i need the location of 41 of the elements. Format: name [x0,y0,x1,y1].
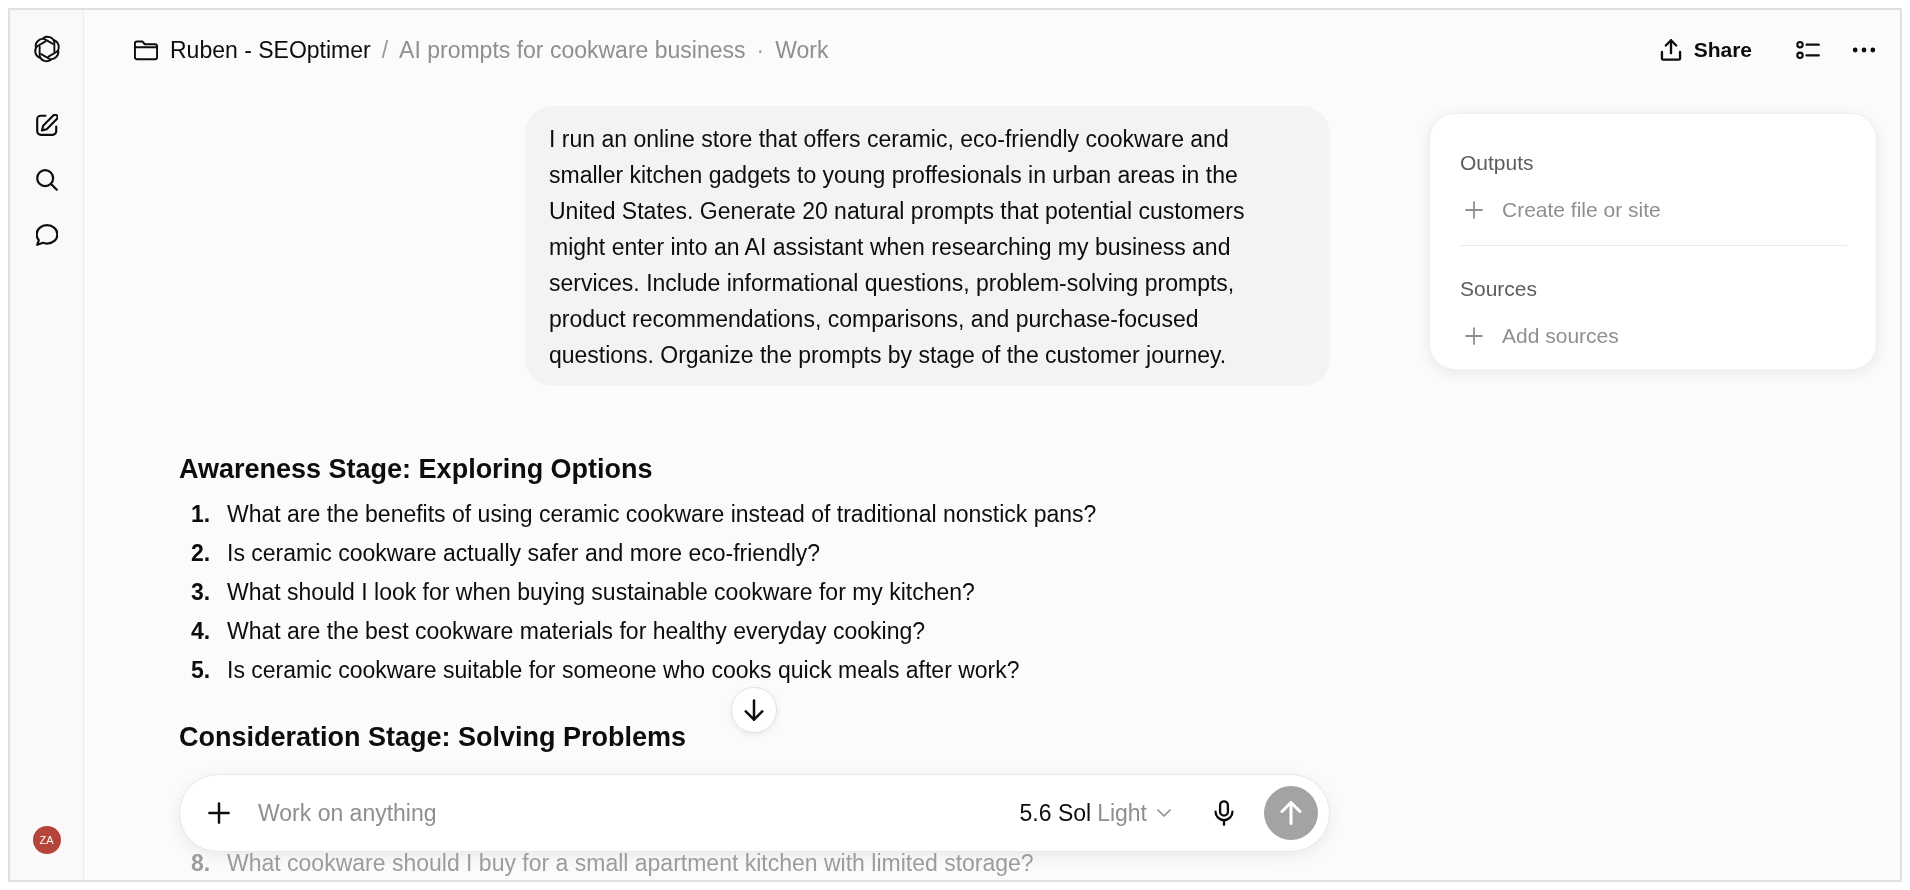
plus-icon[interactable] [208,802,230,824]
user-message-bubble: I run an online store that offers ceramic, eco-friendly cookware and smaller kitchen gadgets to young proffesionals in urban areas in the United States. Generate 20 natural prompts that potential customers might enter into an AI assistant when researching my business and services. Include informational questions, problem-solving prompts, product recommendations, comparisons, and purchase-focused questions. Organize the prompts by stage of the customer journey. [525,106,1330,386]
microphone-icon[interactable] [1213,800,1235,826]
edit-icon[interactable] [35,114,58,136]
panel-section-title: Sources [1460,276,1538,302]
plus-icon [1465,327,1483,345]
section-heading: Consideration Stage: Solving Problems [179,721,687,754]
item-number: 5. [191,656,212,685]
scroll-down-button[interactable] [731,687,777,733]
item-number: 2. [191,539,212,568]
item-text: What cookware should I buy for a small apartment kitchen with limited storage? [227,849,1034,877]
item-number: 1. [191,500,212,529]
project-link[interactable]: Ruben - SEOptimer [170,36,371,64]
logo-icon[interactable] [32,35,61,63]
breadcrumb-separator: / [381,36,389,64]
chevron-icon [1157,806,1171,820]
chat-bubble-icon[interactable] [35,224,58,246]
checklist-icon[interactable] [1796,38,1820,62]
item-text: Is ceramic cookware actually safer and more eco-friendly? [227,539,821,568]
item-text: What should I look for when buying sustainable cookware for my kitchen? [227,578,975,607]
section-heading: Awareness Stage: Exploring Options [179,453,653,486]
plus-icon [1465,201,1483,219]
arrow-up-icon [1279,801,1303,825]
breadcrumb-dot: · [756,36,765,64]
message-input[interactable]: Work on anything [258,799,1020,827]
panel-section-title: Outputs [1460,150,1534,176]
item-text: Is ceramic cookware suitable for someone who cooks quick meals after work? [227,656,1020,685]
user-avatar[interactable]: ZA [32,826,61,854]
item-text: What are the benefits of using ceramic cookware instead of traditional nonstick pans? [227,500,1097,529]
item-text: What are the best cookware materials for healthy everyday cooking? [227,617,926,646]
section-label: Work [775,36,829,64]
item-number: 3. [191,578,212,607]
model-selector[interactable]: 5.6 Sol Light [1019,799,1171,827]
item-number: 4. [191,617,212,646]
share-button[interactable]: Share [1659,38,1752,62]
arrow-down-icon [743,699,765,721]
search-icon[interactable] [35,169,58,191]
item-number: 8. [191,849,212,877]
chat-title: AI prompts for cookware business [399,36,746,64]
folder-icon [134,39,158,61]
share-icon [1659,39,1682,61]
